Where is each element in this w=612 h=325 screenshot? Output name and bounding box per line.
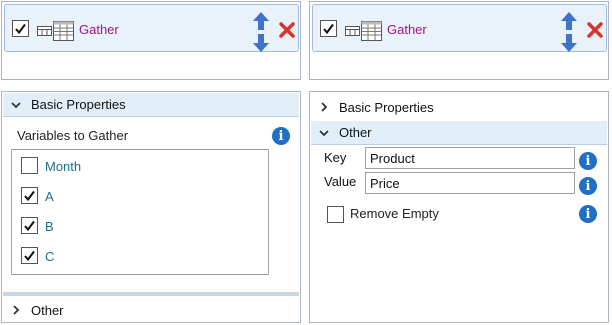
- checkmark-icon: [24, 190, 35, 202]
- key-label: Key: [324, 150, 347, 165]
- info-icon[interactable]: i: [272, 127, 290, 145]
- section-title: Other: [339, 125, 372, 140]
- variables-list: Month A B C: [11, 149, 269, 275]
- variable-label: A: [45, 189, 54, 204]
- section-title: Basic Properties: [339, 99, 434, 115]
- arrow-down-icon[interactable]: [252, 33, 270, 53]
- variable-label: B: [45, 219, 54, 234]
- info-icon[interactable]: i: [579, 177, 597, 195]
- arrow-down-icon[interactable]: [560, 33, 578, 53]
- section-title: Other: [31, 302, 64, 318]
- step-container: Gather: [309, 1, 609, 80]
- variable-checkbox[interactable]: [21, 187, 38, 204]
- variable-checkbox[interactable]: [21, 247, 38, 264]
- variable-label: C: [45, 249, 55, 264]
- section-other[interactable]: Other: [3, 298, 299, 322]
- key-field[interactable]: [365, 147, 575, 169]
- table-gather-icon: [345, 21, 382, 41]
- section-title: Basic Properties: [31, 97, 126, 112]
- step-enabled-checkbox[interactable]: [12, 20, 29, 37]
- variable-label: Month: [45, 159, 82, 174]
- table-gather-icon: [37, 21, 74, 41]
- section-splitter[interactable]: [3, 292, 299, 296]
- arrow-up-icon[interactable]: [560, 11, 578, 31]
- arrow-up-icon[interactable]: [252, 11, 270, 31]
- checkmark-icon: [15, 23, 26, 35]
- chevron-down-icon: [311, 129, 337, 137]
- variable-checkbox[interactable]: [21, 217, 38, 234]
- info-icon[interactable]: i: [579, 205, 597, 223]
- list-item[interactable]: C: [12, 241, 268, 271]
- section-other[interactable]: Other: [311, 121, 607, 145]
- left-pane: Gather Basic Properties Variables to Gat…: [0, 0, 302, 325]
- properties-panel: Basic Properties Variables to Gather i M…: [1, 91, 301, 323]
- remove-empty-checkbox[interactable]: [327, 206, 344, 223]
- step-enabled-checkbox[interactable]: [320, 20, 337, 37]
- checkmark-icon: [24, 220, 35, 232]
- step-container: Gather: [1, 1, 301, 80]
- checkmark-icon: [323, 23, 334, 35]
- section-basic-properties[interactable]: Basic Properties: [3, 93, 299, 117]
- chevron-down-icon: [3, 101, 29, 109]
- value-field[interactable]: [365, 172, 575, 194]
- step-label: Gather: [387, 22, 427, 37]
- variables-label: Variables to Gather: [17, 128, 129, 143]
- step-label: Gather: [79, 22, 119, 37]
- list-item[interactable]: B: [12, 211, 268, 241]
- step-header[interactable]: Gather: [4, 4, 299, 52]
- section-basic-properties[interactable]: Basic Properties: [311, 95, 607, 119]
- info-icon[interactable]: i: [579, 152, 597, 170]
- variable-checkbox[interactable]: [21, 157, 38, 174]
- value-label: Value: [324, 174, 357, 189]
- red-x-icon[interactable]: [587, 22, 603, 38]
- step-header[interactable]: Gather: [312, 4, 607, 52]
- remove-empty-label: Remove Empty: [350, 206, 439, 221]
- right-pane: Gather Basic Properties Other Key Produc…: [308, 0, 610, 325]
- chevron-right-icon: [311, 102, 337, 112]
- properties-panel: Basic Properties Other Key i Value i Rem…: [309, 91, 609, 323]
- list-item[interactable]: Month: [12, 151, 268, 181]
- checkmark-icon: [24, 250, 35, 262]
- red-x-icon[interactable]: [279, 22, 295, 38]
- chevron-right-icon: [3, 305, 29, 315]
- list-item[interactable]: A: [12, 181, 268, 211]
